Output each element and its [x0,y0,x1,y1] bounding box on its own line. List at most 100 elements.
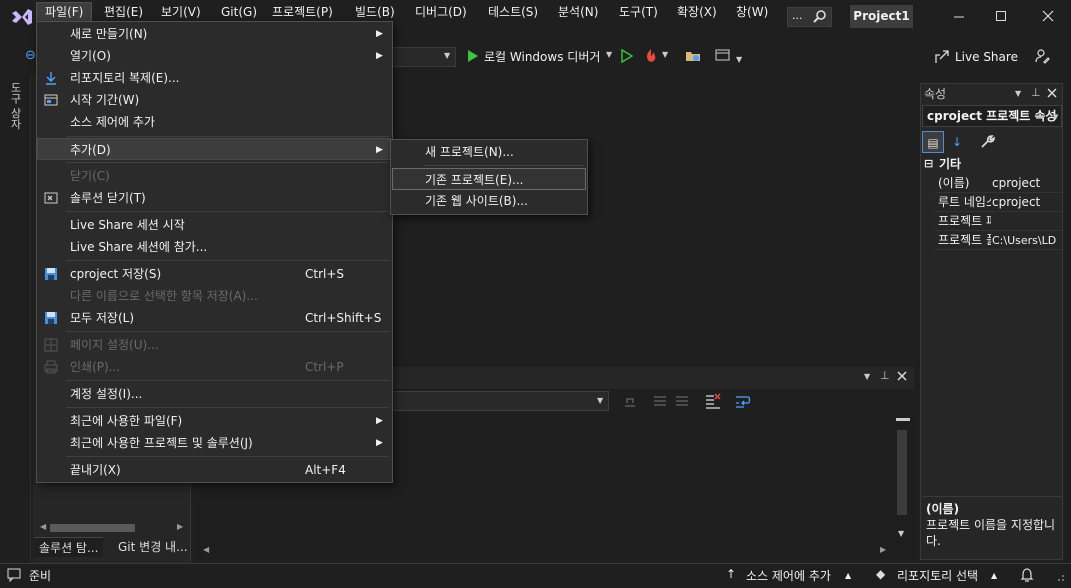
menu-item-save[interactable]: cproject 저장(S) Ctrl+S [37,263,391,285]
menu-debug[interactable]: 디버그(D) [407,3,475,21]
status-select-repository[interactable]: 리포지토리 선택 [897,567,978,584]
properties-object-dropdown-icon[interactable]: ▼ [1053,113,1058,121]
menu-item-label: 솔루션 닫기(T) [70,191,146,205]
menu-item-print[interactable]: 인쇄(P)... Ctrl+P [37,356,391,378]
status-add-source-control[interactable]: 소스 제어에 추가 [746,567,831,584]
minimize-icon[interactable] [952,8,966,24]
menu-item-exit[interactable]: 끝내기(X) Alt+F4 [37,459,391,481]
feedback-icon[interactable] [1033,47,1051,65]
menu-item-label: 최근에 사용한 파일(F) [70,414,183,428]
toolbox-tab[interactable]: 도구 상자 [9,82,23,130]
find-message-icon[interactable] [622,393,638,409]
word-wrap-icon[interactable] [734,392,752,410]
solution-explorer-scroll-thumb[interactable] [50,524,135,532]
output-hscrollbar[interactable] [200,543,893,557]
tab-git-changes[interactable]: Git 변경 내... [113,537,193,557]
menu-item-start-live-share[interactable]: Live Share 세션 시작 [37,214,391,236]
submenu-item-existing-website[interactable]: 기존 웹 사이트(B)... [392,190,586,212]
menu-test[interactable]: 테스트(S) [480,3,546,21]
output-scroll-left-icon[interactable]: ◀ [203,545,209,554]
property-row-root-namespace[interactable]: 루트 네임스페이스 cproject [934,193,1062,212]
pin-icon[interactable]: ⊥ [880,369,890,382]
menu-item-add-source-control[interactable]: 소스 제어에 추가 [37,111,391,133]
maximize-icon[interactable] [994,8,1008,24]
property-value[interactable]: C:\Users\LD [992,231,1062,250]
output-scroll-right-icon[interactable]: ▶ [880,545,886,554]
menu-item-open[interactable]: 열기(O) ▶ [37,45,391,67]
start-without-debug-icon[interactable] [620,48,634,64]
hot-reload-dropdown-icon[interactable]: ▼ [662,50,668,59]
resize-grip-icon[interactable] [1052,569,1066,583]
property-key: 루트 네임스페이스 [938,195,991,209]
start-debug-icon[interactable] [466,48,480,64]
debug-target-label[interactable]: 로컬 Windows 디버거 [484,48,600,65]
menu-item-add[interactable]: 추가(D) ▶ [37,138,391,160]
layout-dropdown-icon[interactable]: ▼ [736,55,742,64]
menu-item-label: 소스 제어에 추가 [70,115,155,129]
property-row-project-folder[interactable]: 프로젝트 폴더 C:\Users\LD [934,231,1062,250]
close-window-icon[interactable] [1041,8,1055,24]
property-value[interactable]: cproject [992,174,1062,193]
prev-message-icon[interactable] [652,393,668,409]
bell-icon[interactable] [1020,567,1034,583]
property-row-project-file[interactable]: 프로젝트 파일 [934,212,1062,231]
alphabetical-icon[interactable]: ↓ [946,131,968,153]
tab-solution-explorer[interactable]: 솔루션 탐... [34,537,104,557]
menu-item-close-solution[interactable]: 솔루션 닫기(T) [37,187,391,209]
submenu-item-new-project[interactable]: 새 프로젝트(N)... [392,141,586,163]
source-control-up-icon[interactable]: ▲ [845,571,851,580]
menu-window[interactable]: 창(W) [728,3,776,21]
properties-close-icon[interactable] [1046,86,1058,100]
submenu-arrow-icon: ▶ [376,29,383,39]
live-share-button[interactable]: Live Share [955,47,1018,67]
search-box[interactable]: ... [787,7,832,27]
menu-item-close[interactable]: 닫기(C) [37,165,391,187]
properties-category[interactable]: ⊟ 기타 [922,155,1062,173]
menu-analyze[interactable]: 분석(N) [550,3,606,21]
menu-item-clone-repository[interactable]: 리포지토리 복제(E)... [37,67,391,89]
menu-item-page-setup[interactable]: 페이지 설정(U)... [37,334,391,356]
menu-view[interactable]: 보기(V) [153,3,209,21]
hot-reload-icon[interactable] [642,47,660,65]
menu-item-label: 열기(O) [70,49,111,63]
menu-edit[interactable]: 편집(E) [96,3,151,21]
property-row-name[interactable]: (이름) cproject [934,174,1062,193]
repository-up-icon[interactable]: ▲ [991,571,997,580]
menu-git[interactable]: Git(G) [213,3,265,21]
menu-item-save-as[interactable]: 다른 이름으로 선택한 항목 저장(A)... [37,285,391,307]
panel-options-icon[interactable]: ▼ [864,372,870,381]
scroll-left-icon[interactable]: ◀ [40,522,46,531]
menu-item-recent-projects[interactable]: 최근에 사용한 프로젝트 및 솔루션(J) ▶ [37,432,391,454]
output-vscroll-thumb[interactable] [897,430,907,515]
scroll-right-icon[interactable]: ▶ [177,522,183,531]
menu-item-new[interactable]: 새로 만들기(N) ▶ [37,23,391,45]
window-layout-icon[interactable] [714,47,732,65]
properties-object-combo[interactable]: cproject 프로젝트 속성 [922,105,1062,127]
close-panel-icon[interactable] [896,369,908,383]
menu-item-start-window[interactable]: 시작 기간(W) [37,89,391,111]
output-source-combo[interactable]: ▼ [392,391,609,411]
folder-icon[interactable] [684,47,702,65]
solution-platform-combo[interactable]: ▼ [392,47,456,67]
submenu-item-existing-project[interactable]: 기존 프로젝트(E)... [392,168,586,190]
collapse-icon[interactable]: ⊟ [924,155,933,173]
next-message-icon[interactable] [674,393,690,409]
menu-item-account-settings[interactable]: 계정 설정(I)... [37,383,391,405]
property-value[interactable]: cproject [992,193,1062,212]
menu-item-save-all[interactable]: 모두 저장(L) Ctrl+Shift+S [37,307,391,329]
menu-project[interactable]: 프로젝트(P) [264,3,341,21]
menu-item-join-live-share[interactable]: Live Share 세션에 참가... [37,236,391,258]
menu-extensions[interactable]: 확장(X) [669,3,725,21]
menu-tools[interactable]: 도구(T) [611,3,666,21]
project-name-badge[interactable]: Project1 [850,5,913,28]
menu-item-recent-files[interactable]: 최근에 사용한 파일(F) ▶ [37,410,391,432]
property-pages-icon[interactable] [976,131,998,153]
properties-pin-icon[interactable]: ⊥ [1031,86,1041,99]
menu-build[interactable]: 빌드(B) [347,3,403,21]
clear-all-icon[interactable] [704,392,722,410]
menu-file[interactable]: 파일(F) [36,2,93,22]
debug-target-dropdown-icon[interactable]: ▼ [606,50,612,59]
categorized-icon[interactable]: ▤ [922,131,944,153]
properties-options-icon[interactable]: ▼ [1015,89,1021,98]
scroll-down-icon[interactable]: ▼ [898,529,904,538]
